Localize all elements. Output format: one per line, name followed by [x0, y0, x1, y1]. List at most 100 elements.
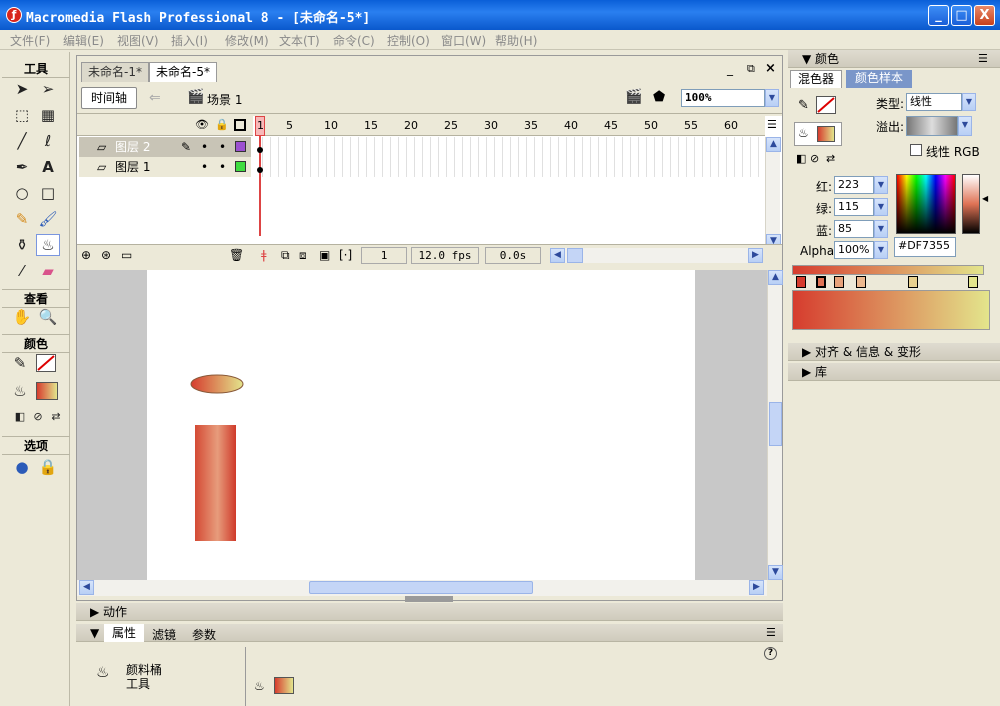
line-tool-icon[interactable]: ╱ — [10, 130, 34, 152]
lock-fill-icon[interactable]: 🔒 — [36, 456, 60, 478]
outline-icon[interactable] — [234, 119, 246, 131]
layer-color-swatch[interactable] — [235, 161, 246, 172]
tab-color-swatches[interactable]: 颜色样本 — [846, 70, 912, 88]
overflow-dropdown[interactable]: ▼ — [958, 116, 972, 136]
pen-tool-icon[interactable]: ✒ — [10, 156, 34, 178]
timeline-hscroll[interactable] — [565, 248, 748, 263]
gradient-stop[interactable] — [816, 276, 826, 288]
fill-color-icon[interactable]: ♨ — [8, 380, 32, 402]
gradient-stop[interactable] — [834, 276, 844, 288]
stage-vscroll[interactable]: ▲ ▼ — [767, 270, 783, 580]
back-arrow-icon[interactable]: ⇐ — [149, 90, 161, 106]
fill-transform-tool-icon[interactable]: ▦ — [36, 104, 60, 126]
menu-commands[interactable]: 命令(C) — [333, 32, 375, 49]
delete-layer-icon[interactable]: 🗑 — [229, 248, 244, 262]
scroll-right-icon[interactable]: ▶ — [749, 580, 764, 595]
layer-row-2[interactable]: ▱ 图层 2 ✎ • • — [79, 137, 251, 157]
hand-tool-icon[interactable]: ✋ — [10, 306, 34, 328]
edit-scene-icon[interactable]: 🎬 — [625, 89, 642, 105]
mixer-swap-icon[interactable]: ⇄ — [826, 152, 835, 165]
menu-text[interactable]: 文本(T) — [279, 32, 320, 49]
menu-help[interactable]: 帮助(H) — [495, 32, 537, 49]
hex-field[interactable]: #DF7355 — [894, 237, 956, 257]
tab-untitled-1[interactable]: 未命名-1* — [81, 62, 149, 82]
panel-menu-icon[interactable]: ☰ — [978, 52, 988, 65]
eraser-tool-icon[interactable]: ▰ — [36, 260, 60, 282]
stage[interactable] — [147, 270, 695, 580]
hscroll-thumb[interactable] — [309, 581, 533, 594]
menu-view[interactable]: 视图(V) — [117, 32, 159, 49]
collapse-icon[interactable]: ▼ — [90, 626, 99, 640]
pencil-tool-icon[interactable]: ✎ — [10, 208, 34, 230]
menu-modify[interactable]: 修改(M) — [225, 32, 269, 49]
minimize-button[interactable]: _ — [928, 5, 949, 26]
oval-tool-icon[interactable]: ○ — [10, 182, 34, 204]
frame-grid[interactable] — [255, 137, 765, 177]
menu-window[interactable]: 窗口(W) — [441, 32, 486, 49]
mixer-no-color-icon[interactable]: ⊘ — [810, 152, 819, 165]
tab-filters[interactable]: 滤镜 — [152, 626, 176, 643]
onion-outline-icon[interactable]: ⧈ — [299, 248, 307, 263]
add-layer-icon[interactable]: ⊕ — [81, 248, 91, 262]
timeline-menu-icon[interactable]: ☰ — [767, 118, 777, 131]
blue-field[interactable]: 85 — [834, 220, 874, 238]
overflow-select[interactable] — [906, 116, 958, 136]
vscroll-thumb[interactable] — [769, 402, 782, 446]
gradient-bar[interactable] — [792, 265, 984, 275]
color-spectrum[interactable] — [896, 174, 956, 234]
actions-panel-header[interactable]: ▶ 动作 — [76, 603, 783, 621]
onion-skin-icon[interactable]: ⧉ — [281, 248, 290, 263]
green-dropdown[interactable]: ▼ — [874, 198, 888, 216]
mixer-stroke-swatch[interactable] — [816, 96, 836, 114]
mixer-black-white-icon[interactable]: ◧ — [796, 152, 806, 165]
lasso-tool-icon[interactable]: ℓ — [36, 130, 60, 152]
arrow-tool-icon[interactable]: ➤ — [10, 78, 34, 100]
eye-icon[interactable]: 👁 — [195, 118, 209, 131]
library-panel-header[interactable]: ▶ 库 — [788, 363, 1000, 381]
gradient-stop[interactable] — [856, 276, 866, 288]
layer-row-1[interactable]: ▱ 图层 1 • • — [79, 157, 251, 177]
fill-color-swatch[interactable] — [36, 382, 58, 400]
edit-symbols-icon[interactable]: ⬟ — [653, 89, 665, 105]
tab-parameters[interactable]: 参数 — [192, 626, 216, 643]
tab-untitled-5[interactable]: 未命名-5* — [149, 62, 217, 82]
panel-menu-icon[interactable]: ☰ — [766, 626, 776, 639]
fill-type-dropdown[interactable]: ▼ — [962, 93, 976, 111]
zoom-field[interactable]: 100% — [681, 89, 765, 107]
add-guide-icon[interactable]: ⊛ — [101, 248, 111, 262]
gradient-stop[interactable] — [796, 276, 806, 288]
brush-tool-icon[interactable]: 🖌 — [36, 208, 60, 230]
alpha-dropdown[interactable]: ▼ — [874, 241, 888, 259]
scroll-up-icon[interactable]: ▲ — [766, 137, 781, 152]
gradient-stop[interactable] — [908, 276, 918, 288]
zoom-tool-icon[interactable]: 🔍 — [36, 306, 60, 328]
keyframe[interactable] — [257, 167, 263, 173]
collapse-handle[interactable] — [405, 596, 453, 602]
onion-markers-icon[interactable]: [·] — [339, 248, 352, 262]
hscroll-right-icon[interactable]: ▶ — [748, 248, 763, 263]
close-button[interactable]: X — [974, 5, 995, 26]
red-dropdown[interactable]: ▼ — [874, 176, 888, 194]
scroll-left-icon[interactable]: ◀ — [79, 580, 94, 595]
help-icon[interactable]: ? — [764, 647, 777, 660]
fill-type-select[interactable]: 线性 — [906, 93, 962, 111]
fill-swatch-box[interactable]: ♨ — [794, 122, 842, 146]
menu-file[interactable]: 文件(F) — [10, 32, 50, 49]
menu-control[interactable]: 控制(O) — [387, 32, 430, 49]
visible-dot[interactable]: • — [201, 157, 208, 177]
doc-close-icon[interactable]: × — [765, 61, 776, 76]
text-tool-icon[interactable]: A — [36, 156, 60, 178]
oval-shape[interactable] — [190, 374, 244, 394]
frame-rate[interactable]: 12.0 fps — [411, 247, 479, 264]
menu-insert[interactable]: 插入(I) — [171, 32, 208, 49]
color-panel-header[interactable]: ▼ 颜色 — [788, 50, 1000, 68]
rectangle-shape[interactable] — [195, 425, 236, 541]
rectangle-tool-icon[interactable]: □ — [36, 182, 60, 204]
doc-minimize-icon[interactable]: _ — [727, 62, 733, 76]
visible-dot[interactable]: • — [201, 137, 208, 157]
red-field[interactable]: 223 — [834, 176, 874, 194]
green-field[interactable]: 115 — [834, 198, 874, 216]
swap-colors-icon[interactable]: ⇄ — [44, 406, 68, 428]
free-transform-tool-icon[interactable]: ⬚ — [10, 104, 34, 126]
timeline-toggle-button[interactable]: 时间轴 — [81, 87, 137, 109]
